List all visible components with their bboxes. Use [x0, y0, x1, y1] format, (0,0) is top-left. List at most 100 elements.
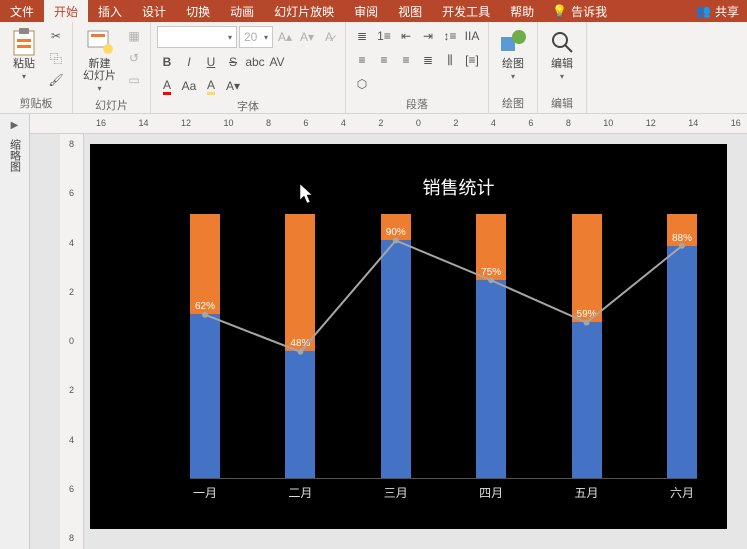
align-right-icon: ≡: [402, 53, 409, 67]
tab-transitions[interactable]: 切换: [176, 0, 220, 22]
indent-inc-button[interactable]: ⇥: [418, 26, 438, 46]
chart[interactable]: 62%48%90%75%59%88% 一月二月三月四月五月六月: [190, 214, 697, 479]
bar-column[interactable]: 90%: [381, 214, 411, 478]
vertical-ruler[interactable]: 864202468: [60, 134, 84, 549]
font-name-input[interactable]: ▾: [157, 26, 237, 48]
ruler-tick: 0: [69, 337, 74, 346]
drawing-button[interactable]: 绘图 ▾: [495, 26, 531, 83]
bar-segment-top: [285, 214, 315, 351]
search-icon: [548, 28, 576, 56]
group-clipboard-label: 剪贴板: [6, 93, 66, 111]
group-paragraph-label: 段落: [352, 94, 482, 112]
bar-column[interactable]: 88%: [667, 214, 697, 478]
change-case-button[interactable]: Aa: [179, 76, 199, 96]
grow-font-button[interactable]: A▴: [275, 27, 295, 47]
group-slides-label: 幻灯片: [79, 95, 144, 113]
bar-segment-top: [572, 214, 602, 322]
numbering-button[interactable]: 1≡: [374, 26, 394, 46]
text-effects-button[interactable]: A▾: [223, 76, 243, 96]
spacing-icon: AV: [269, 55, 284, 69]
axis-tick-label: 四月: [476, 484, 506, 501]
align-left-button[interactable]: ≡: [352, 50, 372, 70]
ruler-tick: 12: [646, 118, 656, 133]
horizontal-ruler[interactable]: 1614121086420246810121416: [30, 114, 747, 134]
font-color-button[interactable]: A: [157, 76, 177, 96]
font-size-value: 20: [244, 30, 257, 44]
tab-home[interactable]: 开始: [44, 0, 88, 22]
underline-button[interactable]: U: [201, 52, 221, 72]
bar-data-label: 48%: [290, 338, 310, 349]
align-center-button[interactable]: ≡: [374, 50, 394, 70]
tab-help[interactable]: 帮助: [500, 0, 544, 22]
section-button[interactable]: ▭: [124, 70, 144, 90]
char-spacing-button[interactable]: AV: [267, 52, 287, 72]
collapse-outline-button[interactable]: ▶: [11, 120, 19, 131]
axis-tick-label: 三月: [381, 484, 411, 501]
bar-segment-bottom: 88%: [667, 246, 697, 478]
indent-dec-button[interactable]: ⇤: [396, 26, 416, 46]
tab-insert[interactable]: 插入: [88, 0, 132, 22]
file-tab[interactable]: 文件: [0, 0, 44, 22]
group-clipboard: 粘贴 ▾ ✂ ⿻ 🖌 剪贴板: [0, 22, 73, 113]
bar-column[interactable]: 48%: [285, 214, 315, 478]
smartart-button[interactable]: ⬡: [352, 74, 372, 94]
italic-button[interactable]: I: [179, 52, 199, 72]
ruler-tick: 2: [69, 386, 74, 395]
slide-canvas[interactable]: 销售统计 62%48%90%75%59%88% 一月二月三月四月五月六月: [90, 144, 727, 529]
text-direction-button[interactable]: IIA: [462, 26, 482, 46]
tab-developer[interactable]: 开发工具: [432, 0, 500, 22]
chart-title[interactable]: 销售统计: [190, 174, 727, 200]
scissors-icon: ✂: [51, 29, 61, 43]
cut-button[interactable]: ✂: [46, 26, 66, 46]
editing-label: 编辑: [551, 58, 573, 70]
clear-format-button[interactable]: A̷: [319, 27, 339, 47]
bold-button[interactable]: B: [157, 52, 177, 72]
underline-icon: U: [207, 55, 216, 69]
tab-design[interactable]: 设计: [132, 0, 176, 22]
tab-animations[interactable]: 动画: [220, 0, 264, 22]
paintbrush-icon: 🖌: [48, 73, 63, 87]
bar-data-label: 62%: [195, 301, 215, 312]
axis-tick-label: 二月: [285, 484, 315, 501]
line-spacing-button[interactable]: ↕≡: [440, 26, 460, 46]
ruler-tick: 6: [303, 118, 308, 133]
tab-view[interactable]: 视图: [388, 0, 432, 22]
share-button[interactable]: 👥 共享: [688, 0, 747, 22]
bar-column[interactable]: 59%: [572, 214, 602, 478]
lightbulb-icon: 💡: [552, 4, 567, 18]
axis-tick-label: 一月: [190, 484, 220, 501]
shadow-button[interactable]: abc: [245, 52, 265, 72]
outline-pane: ▶ 缩略图: [0, 114, 30, 549]
align-right-button[interactable]: ≡: [396, 50, 416, 70]
paste-button[interactable]: 粘贴 ▾: [6, 26, 42, 83]
group-editing-label: 编辑: [544, 93, 580, 111]
share-label: 共享: [715, 3, 739, 20]
new-slide-button[interactable]: 新建 幻灯片 ▾: [79, 26, 120, 95]
font-color-icon: A: [163, 78, 171, 95]
paste-label: 粘贴: [13, 58, 35, 70]
shrink-font-button[interactable]: A▾: [297, 27, 317, 47]
valign-icon: [≡]: [465, 53, 479, 67]
ruler-tick: 8: [69, 140, 74, 149]
bullets-button[interactable]: ≣: [352, 26, 372, 46]
reset-button[interactable]: ↺: [124, 48, 144, 68]
justify-button[interactable]: ≣: [418, 50, 438, 70]
columns-button[interactable]: ⫼: [440, 50, 460, 70]
highlight-button[interactable]: A: [201, 76, 221, 96]
layout-button[interactable]: ▦: [124, 26, 144, 46]
ribbon: 粘贴 ▾ ✂ ⿻ 🖌 剪贴板 新建 幻灯片 ▾ ▦ ↺ ▭: [0, 22, 747, 114]
tab-slideshow[interactable]: 幻灯片放映: [264, 0, 344, 22]
format-painter-button[interactable]: 🖌: [46, 70, 66, 90]
layout-icon: ▦: [128, 29, 139, 43]
align-text-button[interactable]: [≡]: [462, 50, 482, 70]
bar-column[interactable]: 62%: [190, 214, 220, 478]
copy-button[interactable]: ⿻: [46, 48, 66, 68]
editing-button[interactable]: 编辑 ▾: [544, 26, 580, 83]
tell-me[interactable]: 💡 告诉我: [544, 0, 615, 22]
group-editing: 编辑 ▾ 编辑: [538, 22, 587, 113]
shrink-font-icon: A▾: [300, 30, 314, 44]
font-size-input[interactable]: 20 ▾: [239, 26, 273, 48]
tab-review[interactable]: 审阅: [344, 0, 388, 22]
strike-button[interactable]: S: [223, 52, 243, 72]
bar-column[interactable]: 75%: [476, 214, 506, 478]
